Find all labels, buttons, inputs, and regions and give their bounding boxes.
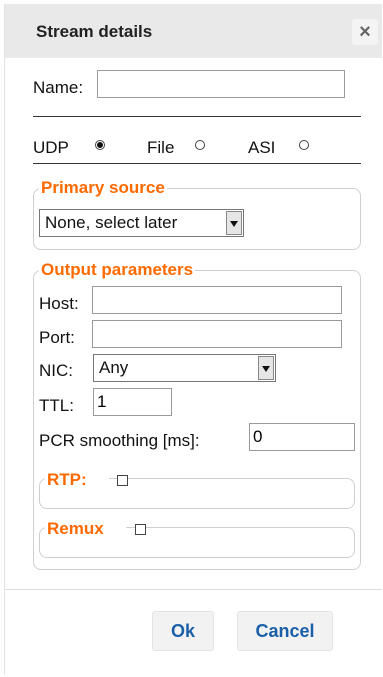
cancel-button[interactable]: Cancel [237,611,333,651]
stream-details-dialog: Stream details × Name: UDP File ASI Prim… [4,4,382,675]
file-radio[interactable] [195,140,205,150]
primary-source-value: None, select later [45,213,178,232]
nic-value: Any [99,358,129,377]
divider [33,163,361,164]
udp-label: UDP [33,138,69,157]
rtp-label: RTP: [47,470,87,489]
rtp-legend: RTP: [45,470,109,490]
asi-label: ASI [248,138,276,157]
output-parameters-legend: Output parameters [39,260,196,280]
primary-source-select[interactable]: None, select later [39,209,244,237]
chevron-down-icon[interactable] [226,211,242,235]
dialog-title: Stream details [36,22,153,41]
chevron-down-icon[interactable] [258,356,274,380]
close-icon[interactable]: × [352,19,378,45]
ok-button[interactable]: Ok [152,611,214,651]
nic-select[interactable]: Any [93,354,276,382]
ttl-label: TTL: [39,396,74,415]
rtp-checkbox[interactable] [117,475,128,486]
primary-source-legend: Primary source [39,178,167,198]
footer-divider [5,589,382,590]
name-label: Name: [33,78,84,97]
remux-legend: Remux [45,519,126,539]
port-label: Port: [39,328,75,347]
divider [33,116,361,117]
pcr-smoothing-input[interactable] [249,423,355,451]
host-label: Host: [39,294,79,313]
file-label: File [147,138,175,157]
udp-radio[interactable] [95,140,105,150]
port-input[interactable] [92,320,342,348]
asi-radio[interactable] [299,140,309,150]
remux-label: Remux [47,519,104,538]
ttl-input[interactable] [93,388,172,416]
host-input[interactable] [92,286,342,314]
name-input[interactable] [97,70,345,98]
pcr-smoothing-label: PCR smoothing [ms]: [39,431,200,450]
nic-label: NIC: [39,361,73,380]
dialog-titlebar[interactable]: Stream details × [5,4,382,58]
remux-checkbox[interactable] [135,524,146,535]
